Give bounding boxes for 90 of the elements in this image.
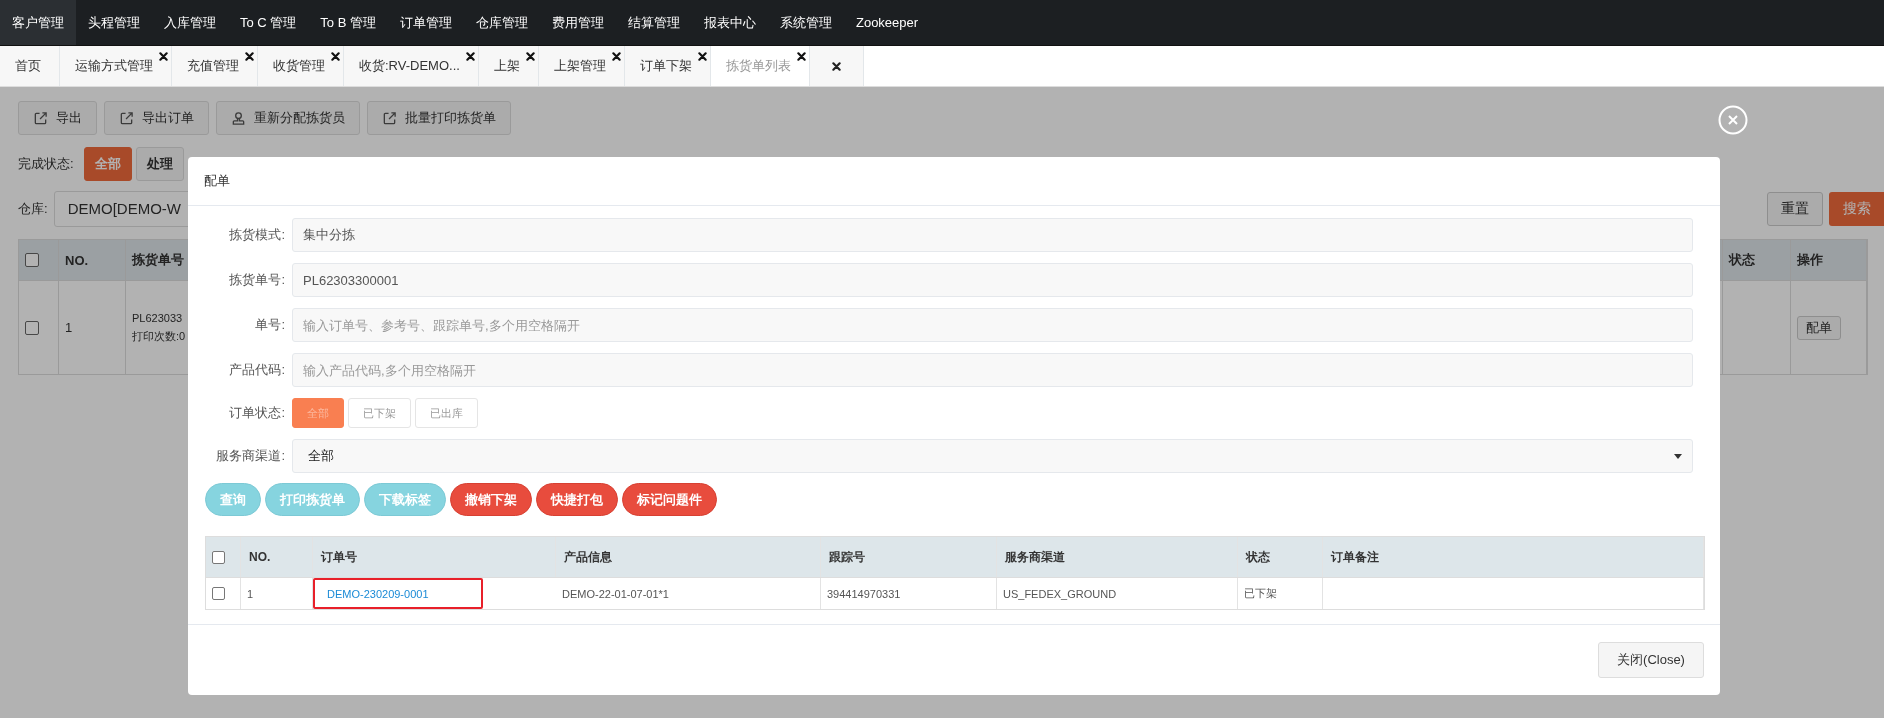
close-icon[interactable] <box>465 52 475 61</box>
toolbar-button[interactable]: 导出订单 <box>104 101 209 135</box>
nav-item[interactable]: 客户管理 <box>0 0 76 45</box>
export-icon <box>119 110 134 126</box>
close-icon <box>831 61 841 71</box>
tab[interactable]: 上架 <box>478 46 539 86</box>
nav-item[interactable]: 头程管理 <box>76 0 152 45</box>
modal-title: 配单 <box>204 172 230 190</box>
column-header: NO. <box>59 240 126 280</box>
column-header: 产品信息 <box>556 537 821 577</box>
field-label: 拣货单号: <box>228 271 285 289</box>
column-header: 状态 <box>1238 537 1323 577</box>
checkbox[interactable] <box>25 320 39 335</box>
nav-item[interactable]: 系统管理 <box>767 0 844 45</box>
table-cell: 1 <box>241 578 313 609</box>
input-field[interactable]: 输入订单号、参考号、跟踪单号,多个用空格隔开 <box>292 308 1693 342</box>
tab-label[interactable]: 收货:RV-DEMO... <box>359 57 460 75</box>
column-header: 服务商渠道 <box>997 537 1238 577</box>
table-cell: 打印次数:0 <box>132 328 186 344</box>
action-button[interactable]: 标记问题件 <box>622 483 717 516</box>
nav-item[interactable]: 仓库管理 <box>463 0 540 45</box>
column-header: 状态 <box>1723 240 1791 280</box>
column-header: 跟踪号 <box>821 537 997 577</box>
assign-button[interactable]: 配单 <box>1797 315 1841 340</box>
field-label: 拣货模式: <box>228 226 285 244</box>
action-button[interactable]: 撤销下架 <box>450 483 532 516</box>
nav-item[interactable]: Zookeeper <box>843 0 931 45</box>
table-cell: DEMO-22-01-07-01*1 <box>556 578 821 609</box>
nav-item[interactable]: 结算管理 <box>615 0 692 45</box>
nav-item[interactable]: 入库管理 <box>152 0 228 45</box>
table-cell: PL623033 <box>132 311 183 324</box>
warehouse-label: 仓库: <box>18 200 48 218</box>
tab-label[interactable]: 首页 <box>15 57 41 75</box>
table-cell: US_FEDEX_GROUND <box>997 578 1238 609</box>
export-icon <box>382 110 397 126</box>
close-button[interactable]: 关闭(Close) <box>1598 642 1704 678</box>
user-icon <box>231 110 246 126</box>
toolbar-button[interactable]: 导出 <box>18 101 97 135</box>
field-label: 产品代码: <box>228 361 285 379</box>
tab[interactable]: 上架管理 <box>538 46 625 86</box>
tab[interactable]: 收货:RV-DEMO... <box>344 46 479 86</box>
column-header: NO. <box>241 537 313 577</box>
tab[interactable]: 首页 <box>0 46 60 86</box>
tab-label[interactable]: 收货管理 <box>273 57 325 75</box>
input-field[interactable]: 集中分拣 <box>292 218 1693 252</box>
field-label: 单号: <box>254 316 285 334</box>
table-cell: 1 <box>59 281 126 374</box>
close-icon[interactable] <box>159 52 168 61</box>
close-icon[interactable] <box>525 52 535 61</box>
close-icon[interactable] <box>796 52 806 61</box>
tab[interactable]: 订单下架 <box>624 46 711 86</box>
order-link[interactable]: DEMO-230209-0001 <box>327 587 429 600</box>
select-field[interactable]: 全部 <box>292 439 1693 473</box>
column-header: 订单号 <box>313 537 556 577</box>
tab-label[interactable]: 运输方式管理 <box>75 57 153 75</box>
field-label: 订单状态: <box>228 404 285 422</box>
toolbar-button[interactable]: 批量打印拣货单 <box>367 101 511 135</box>
nav-item[interactable]: 费用管理 <box>539 0 616 45</box>
nav-item[interactable]: To B 管理 <box>308 0 388 45</box>
tab-label[interactable]: 上架管理 <box>553 57 606 75</box>
tab[interactable]: 运输方式管理 <box>60 46 172 86</box>
reset-button[interactable]: 重置 <box>1767 192 1823 226</box>
tab-label[interactable]: 充值管理 <box>187 57 239 75</box>
action-button[interactable]: 快捷打包 <box>536 483 618 516</box>
tab-label[interactable]: 订单下架 <box>639 57 692 75</box>
nav-item[interactable]: To C 管理 <box>228 0 309 45</box>
input-field[interactable]: 输入产品代码,多个用空格隔开 <box>292 353 1693 387</box>
status-option[interactable]: 处理 <box>135 147 184 181</box>
field-label: 服务商渠道: <box>215 447 285 465</box>
nav-item[interactable]: 订单管理 <box>387 0 464 45</box>
tab[interactable]: 收货管理 <box>258 46 344 86</box>
table-cell: 394414970331 <box>821 578 997 609</box>
tab-label[interactable]: 上架 <box>493 57 520 75</box>
caret-icon <box>1674 453 1682 459</box>
checkbox[interactable] <box>25 253 39 267</box>
column-header: 操作 <box>1791 240 1867 280</box>
checkbox[interactable] <box>212 550 225 564</box>
toolbar-button[interactable]: 重新分配拣货员 <box>216 101 360 135</box>
close-icon[interactable] <box>611 52 621 61</box>
filter-label: 完成状态: <box>18 155 74 173</box>
table-cell: 已下架 <box>1238 578 1323 609</box>
tab[interactable]: 充值管理 <box>172 46 258 86</box>
export-icon <box>33 110 48 126</box>
input-field[interactable]: PL62303300001 <box>292 263 1693 297</box>
checkbox[interactable] <box>212 587 225 600</box>
close-icon[interactable] <box>331 52 340 61</box>
column-header: 订单备注 <box>1323 537 1704 577</box>
nav-item[interactable]: 报表中心 <box>691 0 768 45</box>
close-icon[interactable] <box>245 52 254 61</box>
close-icon[interactable] <box>697 52 707 61</box>
